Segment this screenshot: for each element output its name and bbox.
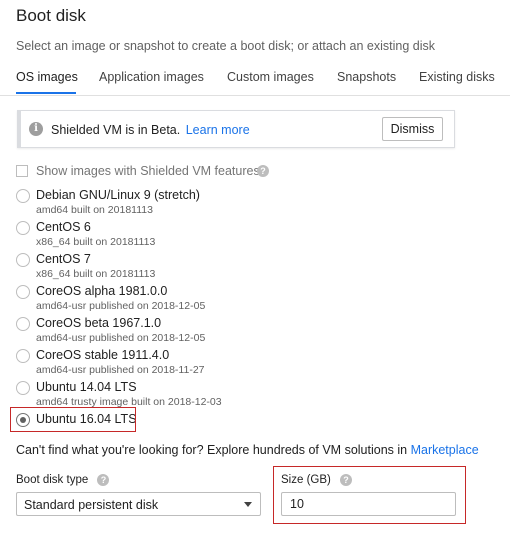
- list-item[interactable]: CentOS 7 x86_64 built on 20181113: [16, 250, 476, 282]
- image-radio[interactable]: [16, 317, 30, 331]
- size-label: Size (GB): [281, 474, 331, 487]
- image-radio[interactable]: [16, 189, 30, 203]
- help-icon[interactable]: ?: [257, 165, 269, 177]
- boot-disk-type-label: Boot disk type: [16, 474, 89, 487]
- image-description: x86_64 built on 20181113: [36, 268, 156, 280]
- image-radio[interactable]: [16, 285, 30, 299]
- marketplace-prompt-text: Can't find what you're looking for? Expl…: [16, 443, 411, 457]
- tab-application-images[interactable]: Application images: [99, 70, 204, 84]
- list-item[interactable]: CoreOS stable 1911.4.0 amd64-usr publish…: [16, 346, 476, 378]
- learn-more-link[interactable]: Learn more: [186, 123, 250, 137]
- marketplace-link[interactable]: Marketplace: [411, 443, 479, 457]
- list-item[interactable]: Debian GNU/Linux 9 (stretch) amd64 built…: [16, 186, 476, 218]
- dismiss-button[interactable]: Dismiss: [382, 117, 443, 141]
- boot-disk-type-label-row: Boot disk type ?: [16, 474, 110, 487]
- image-name: Ubuntu 14.04 LTS: [36, 380, 137, 394]
- shielded-filter-checkbox[interactable]: [16, 165, 28, 177]
- image-description: amd64-usr published on 2018-12-05: [36, 332, 206, 344]
- selected-image-highlight: [10, 407, 136, 432]
- info-icon: i: [29, 122, 43, 136]
- banner-text: Shielded VM is in Beta.: [51, 123, 181, 137]
- banner-message: Shielded VM is in Beta. Learn more: [51, 123, 250, 137]
- size-label-row: Size (GB) ?: [281, 474, 353, 487]
- image-name: CoreOS alpha 1981.0.0: [36, 284, 168, 298]
- image-name: CentOS 7: [36, 252, 91, 266]
- size-input[interactable]: [281, 492, 456, 516]
- shielded-vm-banner: i Shielded VM is in Beta. Learn more Dis…: [17, 110, 455, 148]
- image-name: CoreOS beta 1967.1.0: [36, 316, 162, 330]
- image-description: x86_64 built on 20181113: [36, 236, 156, 248]
- image-radio[interactable]: [16, 221, 30, 235]
- list-item[interactable]: CoreOS alpha 1981.0.0 amd64-usr publishe…: [16, 282, 476, 314]
- image-radio[interactable]: [16, 349, 30, 363]
- list-item[interactable]: CentOS 6 x86_64 built on 20181113: [16, 218, 476, 250]
- boot-disk-type-select[interactable]: Standard persistent disk: [16, 492, 261, 516]
- image-description: amd64-usr published on 2018-11-27: [36, 364, 205, 376]
- page-title: Boot disk: [16, 6, 86, 25]
- marketplace-prompt: Can't find what you're looking for? Expl…: [16, 443, 479, 457]
- help-icon[interactable]: ?: [97, 474, 110, 486]
- tab-custom-images[interactable]: Custom images: [227, 70, 314, 84]
- chevron-down-icon: [244, 502, 252, 507]
- tab-os-images[interactable]: OS images: [16, 70, 78, 84]
- image-description: amd64-usr published on 2018-12-05: [36, 300, 206, 312]
- list-item[interactable]: Ubuntu 14.04 LTS amd64 trusty image buil…: [16, 378, 476, 410]
- image-radio[interactable]: [16, 253, 30, 267]
- page-subtitle: Select an image or snapshot to create a …: [16, 39, 435, 53]
- list-item[interactable]: CoreOS beta 1967.1.0 amd64-usr published…: [16, 314, 476, 346]
- image-name: CoreOS stable 1911.4.0: [36, 348, 170, 362]
- image-radio[interactable]: [16, 381, 30, 395]
- help-icon[interactable]: ?: [340, 474, 353, 486]
- boot-disk-type-value: Standard persistent disk: [24, 498, 159, 512]
- size-field-highlight: Size (GB) ?: [273, 466, 466, 524]
- image-description: amd64 built on 20181113: [36, 204, 153, 216]
- tab-snapshots[interactable]: Snapshots: [337, 70, 396, 84]
- image-name: CentOS 6: [36, 220, 91, 234]
- image-name: Debian GNU/Linux 9 (stretch): [36, 188, 200, 202]
- tab-existing-disks[interactable]: Existing disks: [419, 70, 495, 84]
- shielded-filter-label: Show images with Shielded VM features: [36, 164, 260, 178]
- image-source-tabs: OS images Application images Custom imag…: [0, 62, 510, 96]
- active-tab-indicator: [16, 92, 76, 94]
- tabs-divider: [0, 95, 510, 96]
- os-image-list: Debian GNU/Linux 9 (stretch) amd64 built…: [16, 186, 476, 442]
